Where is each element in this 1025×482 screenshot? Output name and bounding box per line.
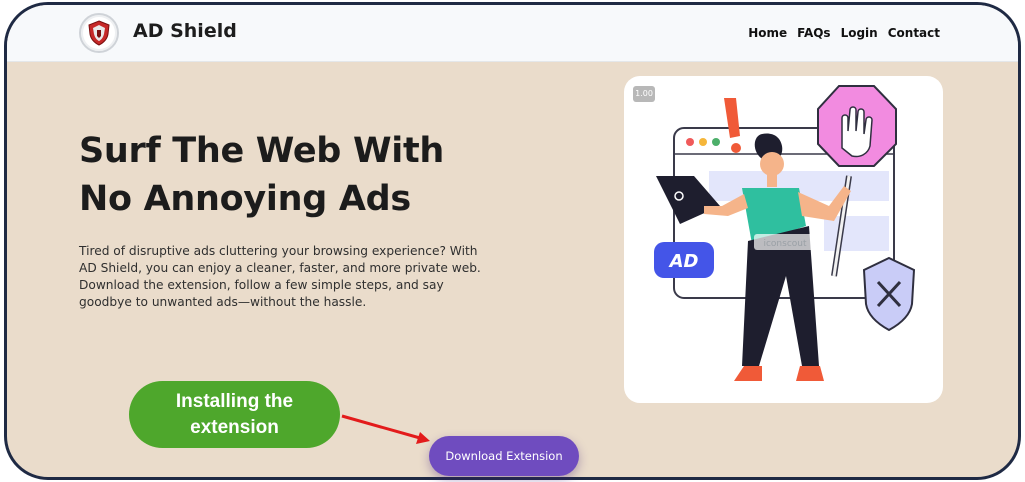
- callout-arrow-icon: [341, 414, 430, 444]
- download-extension-button[interactable]: Download Extension: [429, 436, 579, 476]
